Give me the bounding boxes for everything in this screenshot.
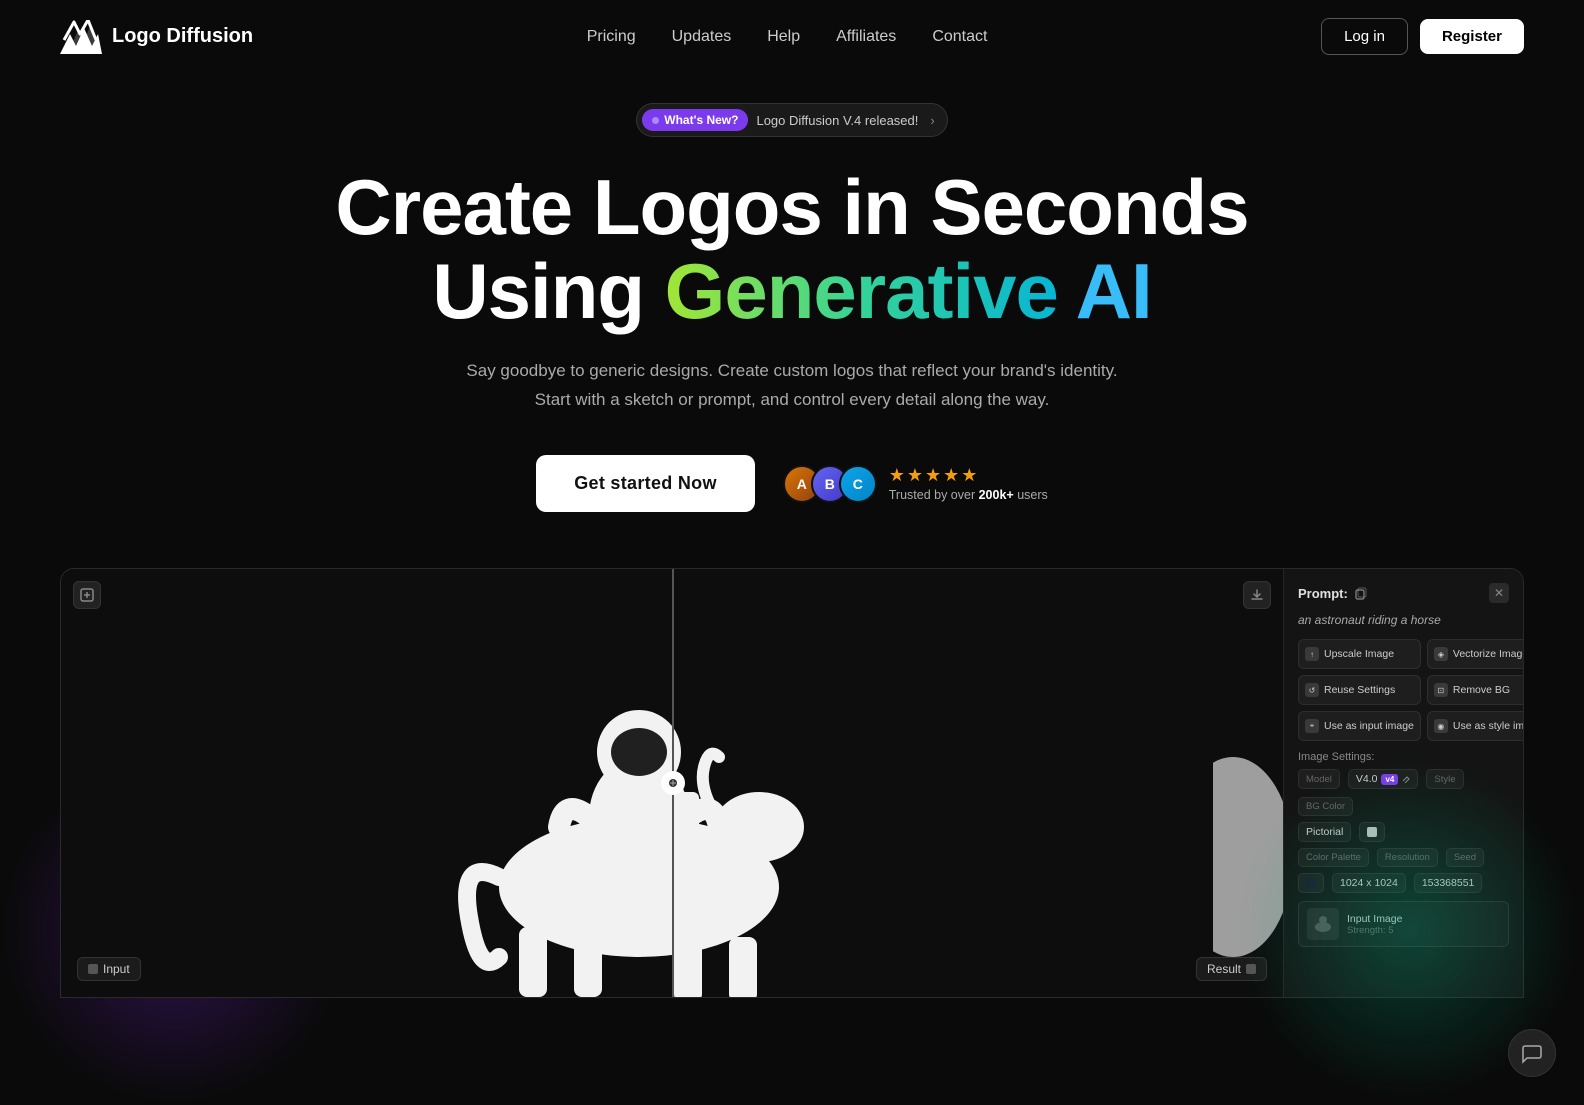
avatar-3: C [839, 465, 877, 503]
input-label-icon [88, 964, 98, 974]
nav-link-pricing[interactable]: Pricing [587, 28, 636, 45]
nav-link-contact[interactable]: Contact [932, 28, 987, 45]
nav-actions: Log in Register [1321, 18, 1524, 55]
seed-chip: Seed [1446, 848, 1484, 867]
bg-color-swatch-chip [1359, 822, 1385, 842]
v4-badge: v4 [1381, 774, 1398, 785]
nav-link-updates[interactable]: Updates [672, 28, 732, 45]
vectorize-icon: ◈ [1434, 647, 1448, 661]
nav-link-affiliates[interactable]: Affiliates [836, 28, 896, 45]
style-image-icon: ◉ [1434, 719, 1448, 733]
chat-icon [1521, 1042, 1543, 1064]
chat-button[interactable] [1508, 1029, 1556, 1077]
get-started-button[interactable]: Get started Now [536, 455, 755, 512]
canvas-tool-tr[interactable] [1243, 581, 1271, 609]
navbar: Logo Diffusion Pricing Updates Help Affi… [0, 0, 1584, 73]
color-palette-chip: Color Palette [1298, 848, 1369, 867]
resolution-chip: Resolution [1377, 848, 1438, 867]
hero-heading: Create Logos in Seconds Using Generative… [20, 165, 1564, 333]
use-as-style-button[interactable]: ◉ Use as style image [1427, 711, 1523, 741]
announcement-text: Logo Diffusion V.4 released! [756, 113, 918, 128]
image-settings-label: Image Settings: [1298, 751, 1509, 763]
nav-links: Pricing Updates Help Affiliates Contact [587, 28, 988, 46]
vectorize-image-button[interactable]: ◈ Vectorize Image [1427, 639, 1523, 669]
color-swatch-dark [1298, 873, 1324, 893]
use-as-input-button[interactable]: ⌖ Use as input image [1298, 711, 1421, 741]
input-image-icon: ⌖ [1305, 719, 1319, 733]
divider-handle-icon [668, 778, 678, 788]
result-label-icon [1246, 964, 1256, 974]
logo-link[interactable]: Logo Diffusion [60, 20, 253, 54]
whats-new-dot [652, 117, 659, 124]
register-button[interactable]: Register [1420, 19, 1524, 54]
input-image-row: Input Image Strength: 5 [1298, 901, 1509, 947]
settings-row-4: 1024 x 1024 153368551 [1298, 873, 1509, 893]
panel-buttons-grid: ↑ Upscale Image ◈ Vectorize Image ↺ Reus… [1298, 639, 1509, 741]
remove-bg-icon: ⊡ [1434, 683, 1448, 697]
model-value-chip: V4.0 v4 [1348, 769, 1419, 789]
social-proof: A B C ★★★★★ Trusted by over 200k+ users [783, 465, 1048, 503]
resolution-value-chip: 1024 x 1024 [1332, 873, 1406, 893]
panel-close-button[interactable]: ✕ [1489, 583, 1509, 603]
canvas-download-icon [1250, 588, 1264, 602]
upscale-icon: ↑ [1305, 647, 1319, 661]
settings-row-2: Pictorial [1298, 822, 1509, 842]
generative-text: Generative [665, 247, 1058, 335]
upscale-image-button[interactable]: ↑ Upscale Image [1298, 639, 1421, 669]
input-image-thumbnail [1307, 908, 1339, 940]
bg-color-swatch [1367, 827, 1377, 837]
prompt-text: an astronaut riding a horse [1298, 613, 1509, 627]
preview-canvas: Input Result [61, 569, 1283, 997]
input-image-strength: Strength: 5 [1347, 925, 1500, 936]
hero-section: What's New? Logo Diffusion V.4 released!… [0, 73, 1584, 512]
app-preview: Input Result Prompt: ✕ an astronaut ridi… [60, 568, 1524, 998]
model-chip: Model [1298, 769, 1340, 789]
bg-color-chip: BG Color [1298, 797, 1353, 816]
announcement-arrow: › [930, 113, 934, 128]
stars-trust: ★★★★★ Trusted by over 200k+ users [889, 465, 1048, 502]
settings-row-1: Model V4.0 v4 Style BG Color [1298, 769, 1509, 816]
whats-new-badge: What's New? [642, 109, 748, 131]
horse-thumb-icon [1312, 913, 1334, 935]
panel-header: Prompt: ✕ [1298, 583, 1509, 603]
canvas-tool-icon [80, 588, 94, 602]
edit-icon [1402, 775, 1410, 783]
ai-text: AI [1076, 247, 1152, 335]
remove-bg-button[interactable]: ⊡ Remove BG [1427, 675, 1523, 705]
nav-link-help[interactable]: Help [767, 28, 800, 45]
astronaut-horse-image [419, 597, 879, 997]
trust-text: Trusted by over 200k+ users [889, 488, 1048, 502]
copy-icon[interactable] [1354, 586, 1368, 600]
input-image-info: Input Image Strength: 5 [1347, 913, 1500, 936]
palette-swatch [1306, 878, 1316, 888]
style-value-chip: Pictorial [1298, 822, 1351, 842]
partial-horse-right [1213, 717, 1283, 997]
style-chip: Style [1426, 769, 1463, 789]
canvas-label-input: Input [77, 957, 141, 981]
reuse-settings-button[interactable]: ↺ Reuse Settings [1298, 675, 1421, 705]
settings-row-3: Color Palette Resolution Seed [1298, 848, 1509, 867]
preview-panel: Prompt: ✕ an astronaut riding a horse ↑ … [1283, 569, 1523, 997]
panel-title: Prompt: [1298, 586, 1368, 601]
login-button[interactable]: Log in [1321, 18, 1408, 55]
announcement-badge[interactable]: What's New? Logo Diffusion V.4 released!… [636, 103, 947, 137]
logo-icon [60, 20, 102, 54]
reuse-icon: ↺ [1305, 683, 1319, 697]
seed-value-chip: 153368551 [1414, 873, 1483, 893]
canvas-divider [672, 569, 674, 997]
hero-subtitle: Say goodbye to generic designs. Create c… [20, 357, 1564, 415]
avatars: A B C [783, 465, 877, 503]
input-image-title: Input Image [1347, 913, 1500, 925]
star-rating: ★★★★★ [889, 465, 980, 486]
canvas-tool-tl[interactable] [73, 581, 101, 609]
cta-row: Get started Now A B C ★★★★★ Trusted by o… [20, 455, 1564, 512]
divider-handle[interactable] [661, 771, 685, 795]
logo-text: Logo Diffusion [112, 25, 253, 48]
canvas-label-result: Result [1196, 957, 1267, 981]
